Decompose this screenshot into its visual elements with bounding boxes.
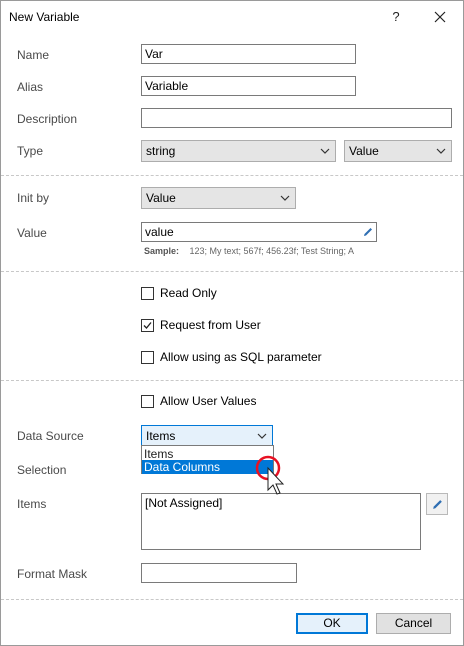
- init-by-select[interactable]: Value: [141, 187, 296, 209]
- items-label: Items: [17, 497, 47, 511]
- separator: [1, 380, 463, 381]
- request-from-user-checkbox[interactable]: [141, 319, 154, 332]
- description-label: Description: [17, 112, 78, 126]
- sample-label: Sample:: [144, 246, 180, 256]
- type-label: Type: [17, 144, 44, 158]
- checkmark-icon: [143, 322, 152, 329]
- ok-button[interactable]: OK: [296, 613, 368, 634]
- name-label: Name: [17, 48, 50, 62]
- chevron-down-icon: [436, 148, 446, 154]
- format-mask-field[interactable]: [141, 563, 297, 583]
- init-by-label: Init by: [17, 191, 50, 205]
- separator: [1, 175, 463, 176]
- type-kind-select[interactable]: Value: [344, 140, 452, 162]
- allow-user-values-checkbox[interactable]: [141, 395, 154, 408]
- help-button[interactable]: ?: [383, 5, 409, 29]
- items-value: [Not Assigned]: [145, 496, 223, 510]
- type-select[interactable]: string: [141, 140, 336, 162]
- chevron-down-icon: [257, 433, 267, 439]
- value-label: Value: [17, 226, 47, 240]
- separator: [1, 271, 463, 272]
- alias-label: Alias: [17, 80, 44, 94]
- data-source-value: Items: [146, 429, 176, 443]
- title-bar: New Variable ?: [1, 1, 463, 33]
- chevron-down-icon: [320, 148, 330, 154]
- window-title: New Variable: [9, 10, 80, 24]
- allow-sql-checkbox[interactable]: [141, 351, 154, 364]
- type-kind-value: Value: [349, 144, 379, 158]
- pencil-icon[interactable]: [362, 226, 374, 238]
- type-select-value: string: [146, 144, 176, 158]
- close-button[interactable]: [425, 5, 455, 29]
- separator: [1, 599, 463, 600]
- read-only-checkbox[interactable]: [141, 287, 154, 300]
- request-from-user-label: Request from User: [160, 318, 261, 332]
- sample-text: 123; My text; 567f; 456.23f; Test String…: [189, 246, 354, 256]
- init-by-value: Value: [146, 191, 176, 205]
- data-source-label: Data Source: [17, 429, 84, 443]
- items-list[interactable]: [Not Assigned]: [141, 493, 421, 550]
- chevron-down-icon: [280, 195, 290, 201]
- value-field-text: value: [145, 225, 174, 239]
- mouse-pointer-icon: [255, 455, 285, 495]
- pencil-icon: [433, 500, 442, 509]
- allow-user-values-label: Allow User Values: [160, 394, 257, 408]
- alias-field[interactable]: Variable: [141, 76, 356, 96]
- selection-label: Selection: [17, 463, 67, 477]
- sample-hint: Sample: 123; My text; 567f; 456.23f; Tes…: [144, 246, 354, 256]
- read-only-label: Read Only: [160, 286, 217, 300]
- format-mask-label: Format Mask: [17, 567, 88, 581]
- data-source-select[interactable]: Items: [141, 425, 273, 447]
- value-field[interactable]: value: [141, 222, 377, 242]
- description-field[interactable]: [141, 108, 452, 128]
- edit-items-button[interactable]: [426, 493, 448, 515]
- name-field[interactable]: Var: [141, 44, 356, 64]
- allow-sql-label: Allow using as SQL parameter: [160, 350, 322, 364]
- new-variable-dialog: New Variable ? Name Var Alias Variable D…: [0, 0, 464, 646]
- close-icon: [434, 11, 446, 23]
- cancel-button[interactable]: Cancel: [376, 613, 451, 634]
